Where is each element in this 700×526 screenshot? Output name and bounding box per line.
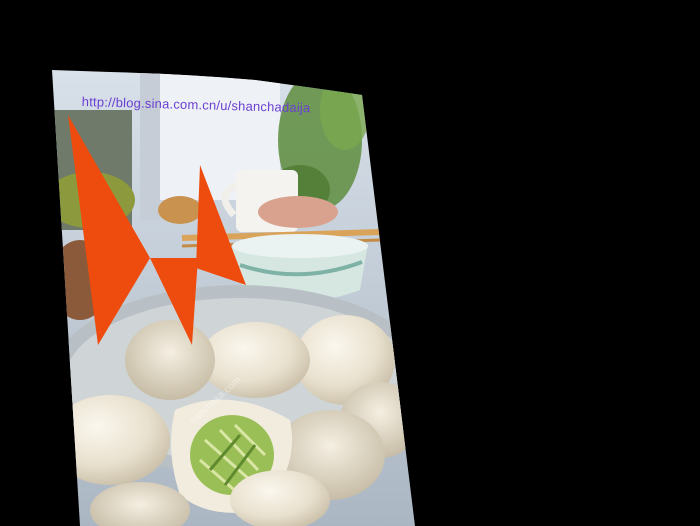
- photo-scene: [0, 0, 700, 526]
- dumpling-shape: [200, 322, 310, 398]
- dumpling-shape: [125, 320, 215, 400]
